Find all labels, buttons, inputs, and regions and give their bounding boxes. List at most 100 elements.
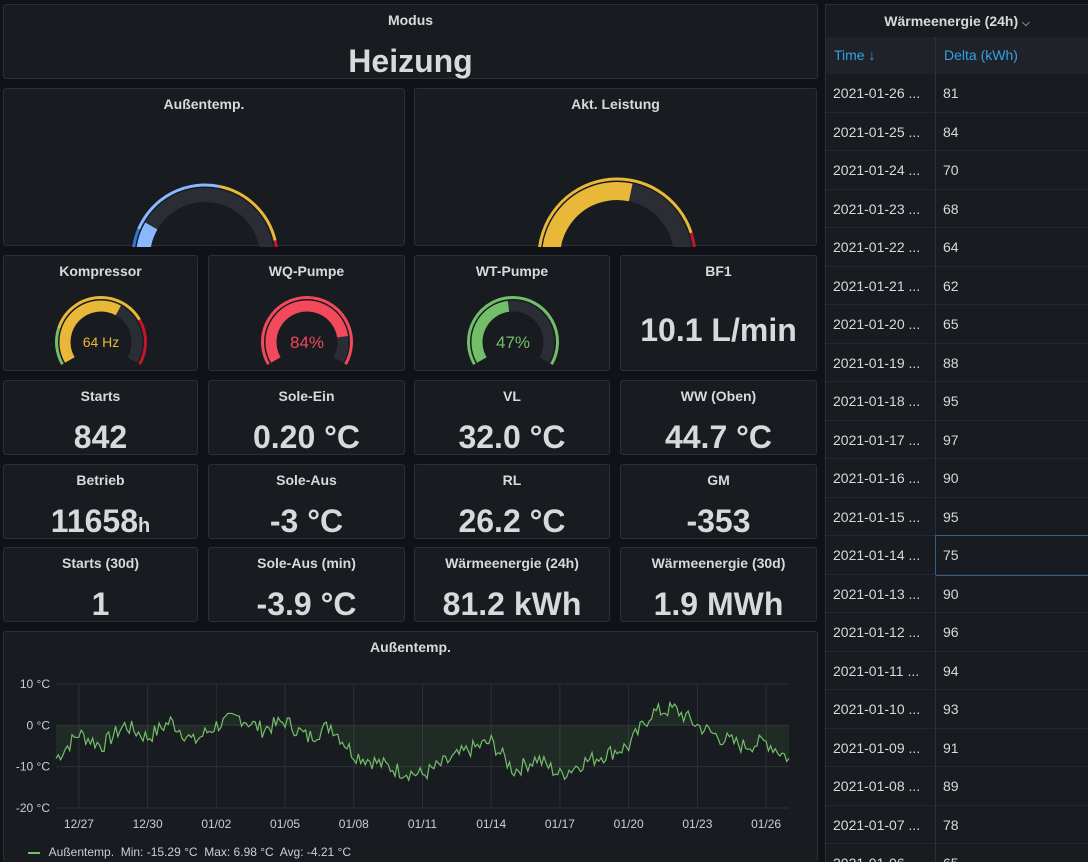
stat-panel: Sole-Ein 0.20 °C — [208, 380, 405, 455]
table-row[interactable]: 2021-01-14 ... 75 — [826, 535, 1088, 576]
cell-time: 2021-01-19 ... — [826, 343, 936, 382]
table-row[interactable]: 2021-01-12 ... 96 — [826, 613, 1088, 652]
cell-delta: 65 — [936, 844, 1088, 862]
x-tick-label: 12/30 — [133, 817, 163, 831]
table-row[interactable]: 2021-01-07 ... 78 — [826, 805, 1088, 844]
gauge-value-arc — [136, 222, 158, 247]
cell-delta: 95 — [943, 393, 959, 409]
cell-delta: 78 — [943, 816, 959, 833]
stat-value: 11658h — [50, 503, 151, 539]
gauge: 64 Hz — [55, 296, 147, 365]
cell-time: 2021-01-08 ... — [826, 767, 936, 806]
panel-title: VL — [503, 388, 521, 404]
cell-delta: 97 — [943, 431, 959, 448]
table-row[interactable]: 2021-01-19 ... 88 — [826, 343, 1088, 382]
table-row[interactable]: 2021-01-17 ... 97 — [826, 420, 1088, 459]
gauge: 47% — [467, 296, 559, 365]
x-tick-label: 01/14 — [476, 817, 506, 831]
aussentemp-gauge-panel: Außentemp. -7.9 °C — [3, 88, 405, 247]
cell-delta: 93 — [943, 701, 959, 717]
cell-time: 2021-01-13 ... — [826, 574, 936, 613]
table-row[interactable]: 2021-01-24 ... 70 — [826, 151, 1088, 190]
table-body: 2021-01-26 ... 81 2021-01-25 ... 84 2021-01-… — [826, 74, 1088, 862]
stat-panel: Wärmeenergie (24h) 81.2 kWh — [414, 547, 610, 622]
cell-delta: 75 — [935, 535, 1088, 576]
column-header-time[interactable]: Time ↓ — [826, 37, 936, 74]
stat-panel: Starts 842 — [3, 380, 198, 455]
stat-panel: WW (Oben) 44.7 °C — [620, 380, 817, 455]
cell-time: 2021-01-25 ... — [826, 112, 936, 151]
x-tick-label: 12/27 — [64, 817, 94, 831]
cell-time: 2021-01-23 ... — [826, 189, 936, 228]
cell-delta: 90 — [943, 585, 959, 602]
bf1-value: 10.1 L/min — [640, 312, 797, 348]
table-row[interactable]: 2021-01-15 ... 95 — [826, 497, 1088, 536]
table-row[interactable]: 2021-01-10 ... 93 — [826, 690, 1088, 729]
stat-value: 0.20 °C — [252, 419, 361, 455]
table-row[interactable]: 2021-01-25 ... 84 — [826, 112, 1088, 151]
panel-title: Modus — [387, 12, 434, 28]
table-row[interactable]: 2021-01-23 ... 68 — [826, 189, 1088, 228]
x-tick-label: 01/11 — [408, 817, 437, 831]
gauge: 4.124 kW — [538, 177, 696, 247]
x-tick-label: 01/20 — [614, 817, 644, 831]
stat-panel: Betrieb 11658h — [3, 464, 198, 539]
gauge-value-text: 47% — [496, 333, 530, 352]
table-row[interactable]: 2021-01-21 ... 62 — [826, 266, 1088, 305]
stat-value: 81.2 kWh — [442, 586, 582, 622]
cell-time: 2021-01-15 ... — [826, 497, 936, 536]
table-row[interactable]: 2021-01-06 ...65 — [826, 844, 1088, 862]
stat-panel: GM -353 — [620, 464, 817, 539]
table-row[interactable]: 2021-01-16 ... 90 — [826, 459, 1088, 498]
legend-max: Max: 6.98 °C — [204, 845, 274, 859]
cell-delta: 84 — [943, 123, 959, 140]
cell-time: 2021-01-22 ... — [826, 228, 936, 267]
aussentemp-chart-panel: Außentemp. 10 °C 0 °C -10 °C -20 °C 12/27 12/… — [3, 631, 818, 862]
y-tick-label: 10 °C — [20, 677, 50, 691]
sort-arrow-icon: ↓ — [868, 47, 876, 63]
modus-panel: Modus Heizung — [3, 4, 818, 79]
legend-avg: Avg: -4.21 °C — [279, 845, 352, 859]
table-row[interactable]: 2021-01-18 ... 95 — [826, 382, 1088, 421]
table-row[interactable]: 2021-01-20 ... 65 — [826, 305, 1088, 344]
cell-time: 2021-01-09 ... — [826, 728, 936, 767]
stat-value: -3.9 °C — [256, 586, 357, 622]
cell-time: 2021-01-12 ... — [826, 613, 936, 652]
table-row[interactable]: 2021-01-26 ... 81 — [826, 74, 1088, 113]
stat-value: 1.9 MWh — [653, 586, 784, 622]
cell-delta: 64 — [943, 239, 959, 255]
stat-value: 44.7 °C — [664, 419, 773, 455]
panel-title: Wärmeenergie (30d) — [651, 555, 786, 571]
panel-title: BF1 — [705, 263, 732, 279]
wq-pumpe-panel: WQ-Pumpe 84% — [208, 255, 405, 371]
stat-panel: RL 26.2 °C — [414, 464, 610, 539]
cell-delta: 96 — [943, 624, 959, 640]
table-row[interactable]: 2021-01-22 ... 64 — [826, 228, 1088, 267]
chevron-down-icon[interactable]: ⌵ — [1022, 18, 1030, 29]
gauge: -7.9 °C — [132, 183, 278, 247]
chart-legend[interactable]: Außentemp. Min: -15.29 °C Max: 6.98 °C A… — [28, 845, 351, 859]
y-tick-label: -20 °C — [16, 801, 50, 815]
table-row[interactable]: 2021-01-13 ... 90 — [826, 574, 1088, 613]
cell-delta: 88 — [943, 354, 959, 371]
table-row[interactable]: 2021-01-09 ... 91 — [826, 728, 1088, 767]
cell-delta: 81 — [943, 85, 959, 101]
column-header-delta[interactable]: Delta (kWh) — [936, 37, 1088, 74]
table-row[interactable]: 2021-01-11 ... 94 — [826, 651, 1088, 690]
table-panel-title[interactable]: Wärmeenergie (24h) ⌵ — [826, 13, 1088, 29]
panel-title: Sole-Ein — [278, 388, 335, 404]
waermeenergie-table-panel: Wärmeenergie (24h) ⌵ Time ↓ Delta (kWh) 2… — [825, 4, 1088, 862]
cell-time: 2021-01-21 ... — [826, 266, 936, 305]
table-row[interactable]: 2021-01-08 ... 89 — [826, 767, 1088, 806]
y-tick-label: -10 °C — [16, 760, 50, 774]
x-tick-label: 01/05 — [270, 817, 300, 831]
x-tick-label: 01/17 — [545, 817, 575, 831]
cell-time: 2021-01-07 ... — [826, 805, 936, 844]
cell-time: 2021-01-06 ... — [826, 844, 936, 862]
line-chart[interactable]: 10 °C 0 °C -10 °C -20 °C 12/27 12/30 01/02 01/0… — [4, 632, 819, 862]
cell-time: 2021-01-10 ... — [826, 690, 936, 729]
modus-value: Heizung — [348, 43, 473, 79]
cell-time: 2021-01-18 ... — [826, 382, 936, 421]
cell-delta: 65 — [943, 316, 959, 332]
cell-time: 2021-01-11 ... — [826, 651, 936, 690]
